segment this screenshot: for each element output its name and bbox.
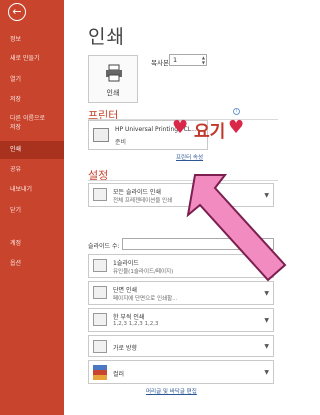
collate-icon (93, 313, 107, 326)
sidebar-item-options[interactable]: 옵션 (0, 260, 64, 268)
chevron-down-icon: ▼ (264, 369, 269, 376)
print-button[interactable]: 인쇄 (88, 55, 138, 103)
landscape-icon (93, 340, 107, 353)
collate-value: 한 부씩 인쇄 (113, 314, 145, 321)
chevron-down-icon: ▼ (264, 343, 269, 350)
color-dropdown[interactable]: 컬러 ▼ (88, 360, 274, 384)
sidebar-item-close[interactable]: 닫기 (0, 207, 64, 215)
heart-icon: ♥ (172, 117, 189, 138)
layout-icon (93, 259, 107, 272)
page-title: 인쇄 (88, 26, 125, 48)
slides-icon (93, 188, 107, 201)
sidebar-item-open[interactable]: 열기 (0, 76, 64, 84)
printer-select[interactable]: HP Universal Printing PCL... 준비 (88, 120, 208, 150)
one-sided-icon (93, 286, 107, 299)
sidebar-item-save-as[interactable]: 다른 이름으로 (0, 115, 64, 123)
backstage-sidebar: ← 정보 새로 만들기 열기 저장 다른 이름으로 저장 인쇄 공유 내보내기 … (0, 0, 64, 415)
color-value: 컬러 (113, 371, 125, 378)
copies-field[interactable]: 1 ▲ ▼ (169, 54, 207, 66)
collate-dropdown[interactable]: 한 부씩 인쇄 1,2,3 1,2,3 1,2,3 ▼ (88, 308, 274, 332)
heart-icon: ♥ (228, 117, 245, 138)
layout-desc: 유인물(1슬라이드/페이지) (113, 269, 174, 275)
back-arrow-icon[interactable]: ← (8, 3, 26, 21)
collate-desc: 1,2,3 1,2,3 1,2,3 (113, 321, 159, 327)
chevron-down-icon: ▼ (264, 317, 269, 324)
sidebar-item-save-as-2[interactable]: 저장 (0, 124, 64, 132)
pointer-arrow-icon (186, 174, 287, 282)
print-range-desc: 전체 프레젠테이션을 인쇄 (113, 198, 173, 204)
info-icon[interactable]: i (233, 108, 240, 115)
print-range-value: 모든 슬라이드 인쇄 (113, 189, 161, 196)
annotation-text: 요기 (194, 122, 226, 142)
slides-label: 슬라이드 수: (88, 243, 120, 250)
printer-status: 준비 (115, 139, 127, 146)
copies-spinner-icon[interactable]: ▲ ▼ (202, 55, 205, 65)
sidebar-item-new[interactable]: 새로 만들기 (0, 55, 64, 63)
printer-icon (106, 64, 122, 82)
color-icon (93, 365, 107, 380)
sidebar-item-export[interactable]: 내보내기 (0, 186, 64, 194)
printer-device-icon (93, 128, 109, 142)
sidebar-item-info[interactable]: 정보 (0, 36, 64, 44)
copies-value: 1 (173, 56, 178, 64)
orientation-dropdown[interactable]: 가로 방향 ▼ (88, 335, 274, 357)
sidebar-item-account[interactable]: 계정 (0, 240, 64, 248)
edit-header-footer-link[interactable]: 머리글 및 바닥글 편집 (146, 387, 197, 395)
sides-desc: 페이지에 단면으로 인쇄할... (113, 296, 178, 302)
print-button-label: 인쇄 (106, 89, 120, 97)
sidebar-item-share[interactable]: 공유 (0, 166, 64, 174)
sides-value: 단면 인쇄 (113, 287, 137, 294)
sidebar-item-save[interactable]: 저장 (0, 96, 64, 104)
orientation-value: 가로 방향 (113, 345, 137, 352)
layout-value: 1슬라이드 (113, 260, 139, 267)
sidebar-item-print[interactable]: 인쇄 (0, 141, 64, 159)
